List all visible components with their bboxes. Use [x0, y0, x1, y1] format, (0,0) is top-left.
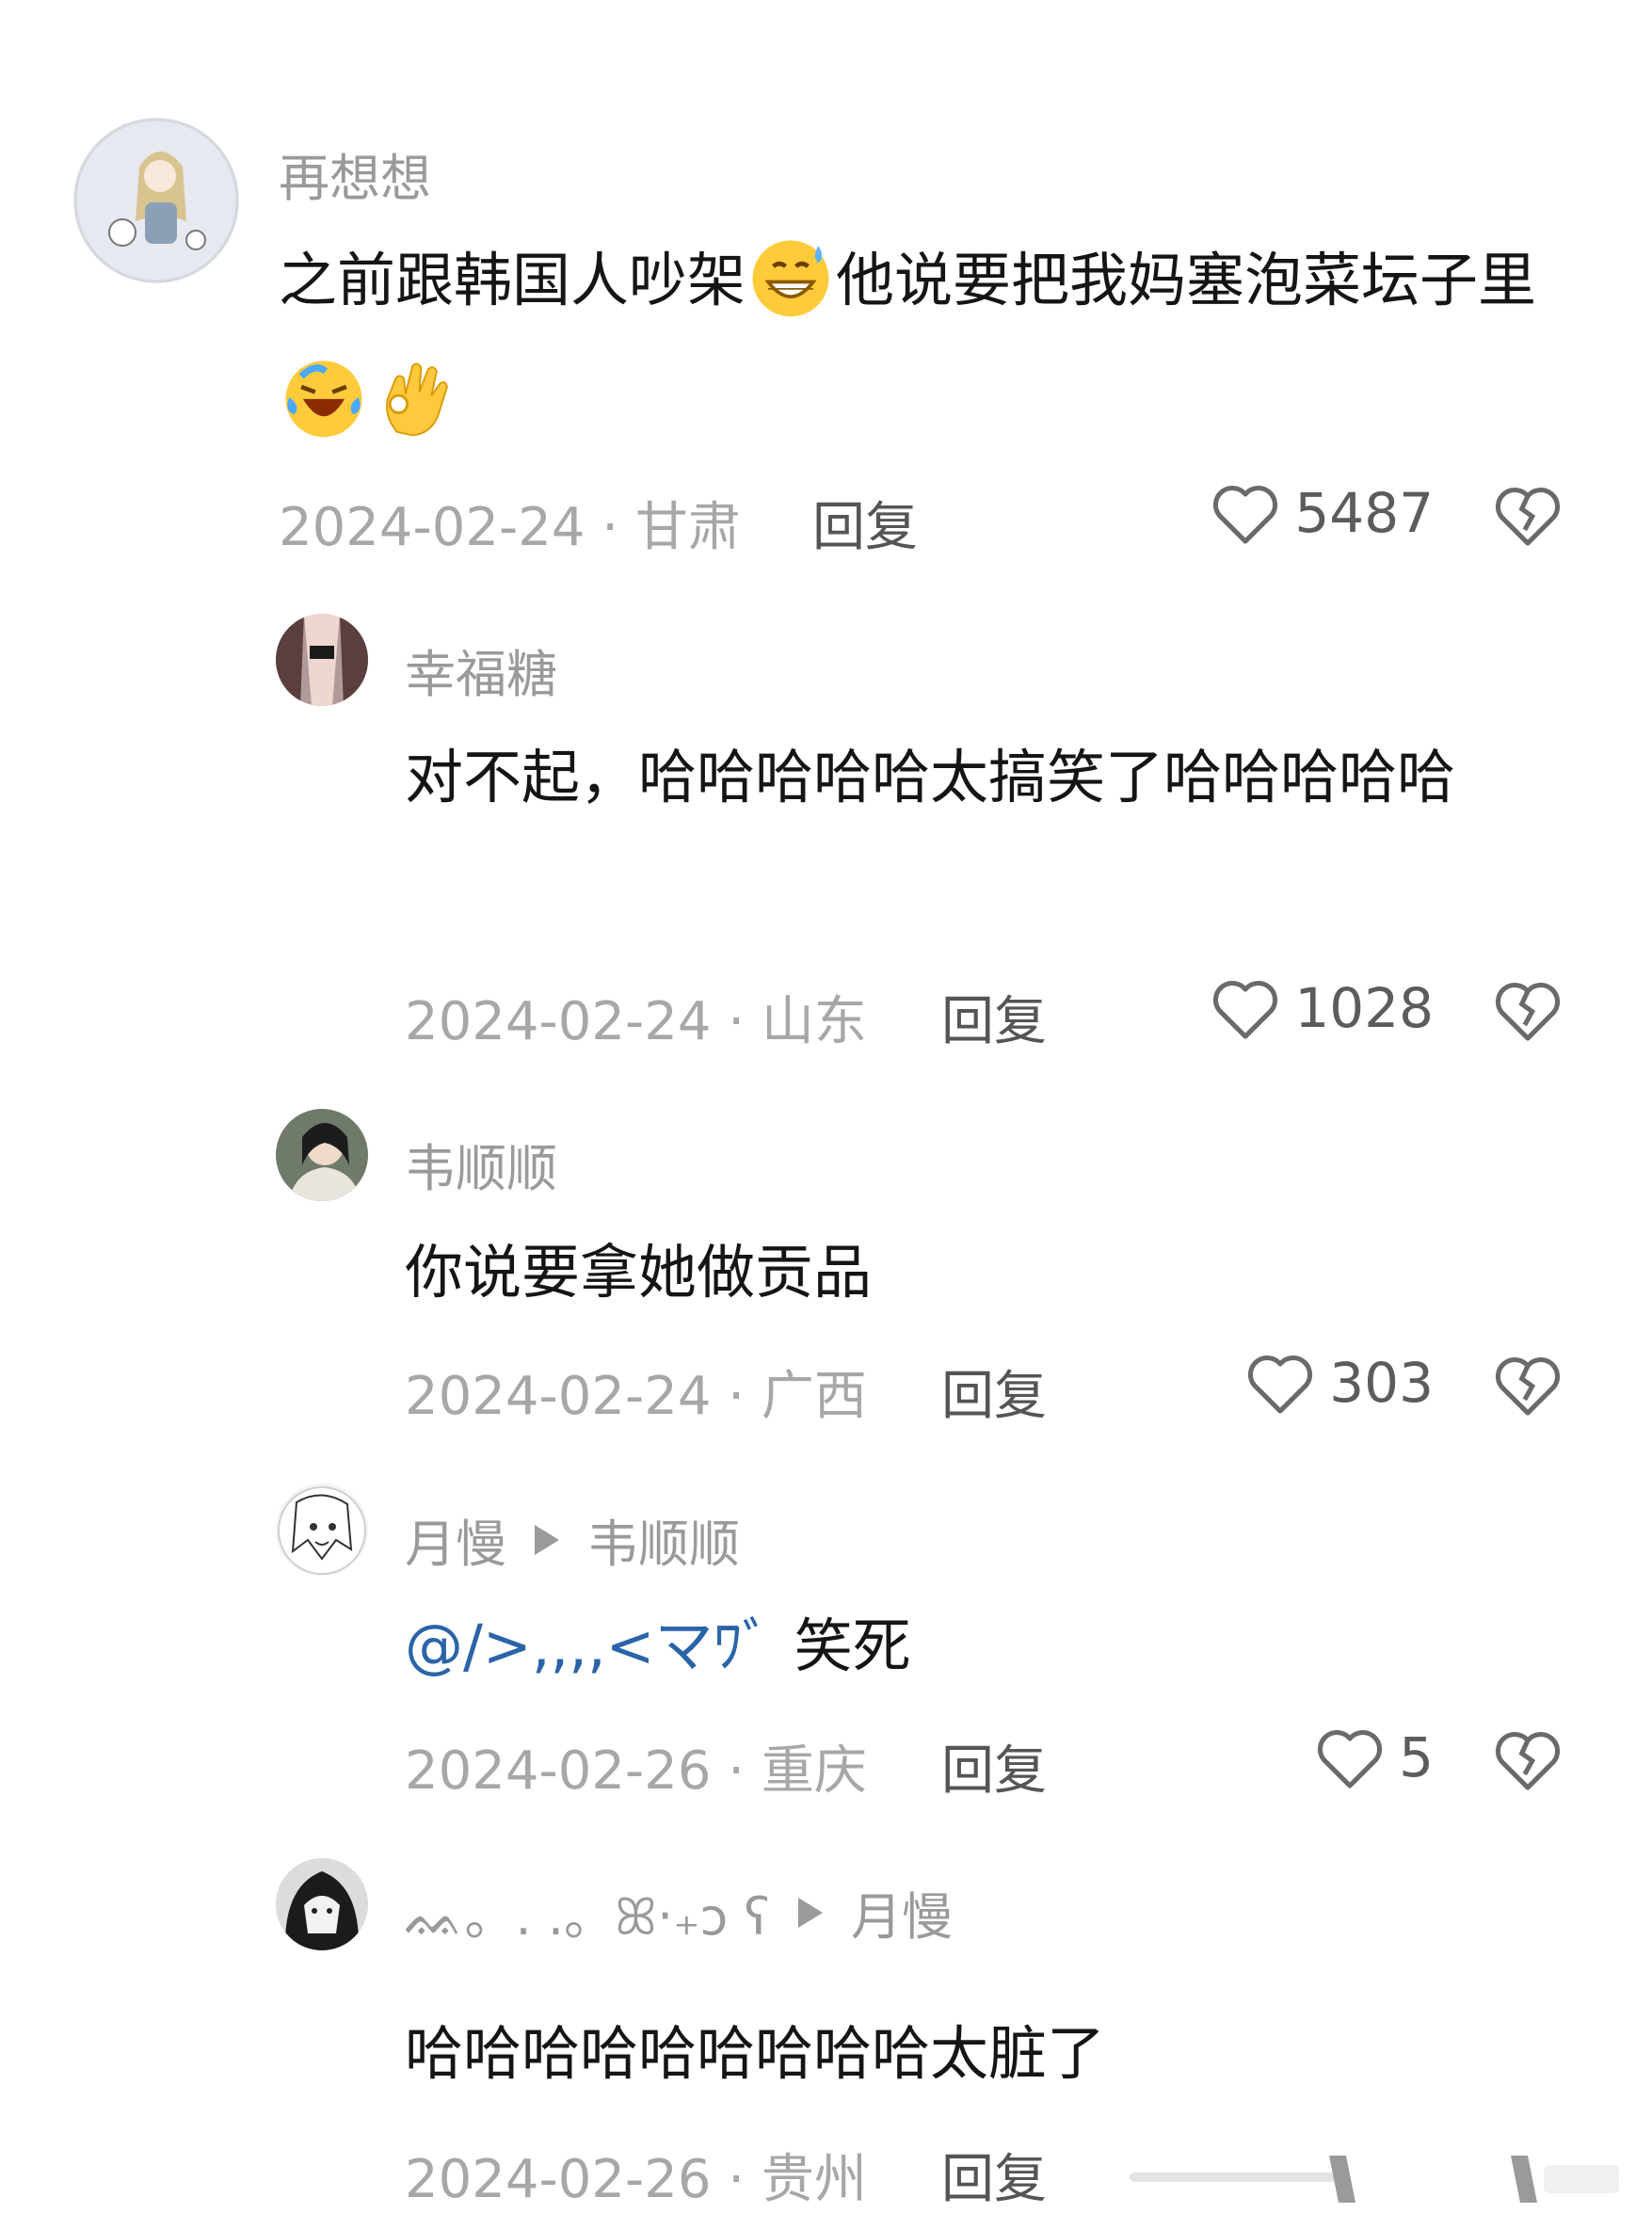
heart-outline-icon [1213, 486, 1278, 544]
comment-region: 广西 [761, 1366, 867, 1427]
avatar[interactable] [276, 614, 368, 706]
like-count: 5487 [1294, 481, 1434, 545]
triangle-right-icon [798, 1897, 824, 1928]
comment-date: 2024-02-26 [405, 1740, 712, 1802]
comment-region: 山东 [761, 991, 867, 1052]
meta-separator: · [728, 991, 746, 1052]
like-count: 1028 [1294, 976, 1434, 1040]
comment-date: 2024-02-24 [279, 497, 585, 558]
like-count: 303 [1329, 1351, 1434, 1415]
heart-outline-icon [1318, 1730, 1383, 1788]
reply-target[interactable]: 月慢 [851, 1875, 953, 1949]
like-count: 5 [1399, 1725, 1434, 1789]
comment-username[interactable]: ᨐ。. .。ꕤ‧₊ɔ ʕ 月慢 [405, 1875, 953, 1949]
comment-date: 2024-02-24 [405, 991, 712, 1052]
comment-region: 甘肃 [634, 497, 741, 558]
laughing-crying-emoji [285, 361, 362, 438]
reply-button[interactable]: 回复 [941, 2137, 1047, 2213]
comment-date: 2024-02-26 [405, 2149, 712, 2210]
reply-target[interactable]: 韦顺顺 [587, 1502, 740, 1577]
meta-separator: · [728, 1366, 746, 1427]
comment-meta: 2024-02-24 · 山东 [405, 979, 867, 1055]
meta-separator: · [601, 497, 619, 558]
avatar[interactable] [73, 118, 239, 283]
comment-meta: 2024-02-26 · 重庆 [405, 1728, 867, 1804]
comment-region: 贵州 [761, 2149, 867, 2210]
comment-username[interactable]: 韦顺顺 [405, 1127, 557, 1201]
triangle-right-icon [535, 1524, 559, 1555]
like-button[interactable]: 303 [1244, 1350, 1434, 1416]
broken-heart-icon[interactable] [1492, 1352, 1564, 1418]
broken-heart-icon[interactable] [1492, 482, 1564, 548]
watermark-overlay [1130, 2156, 1652, 2203]
grinning-sweat-emoji [752, 240, 829, 317]
comment-date: 2024-02-24 [405, 1366, 712, 1427]
comment-username[interactable]: 幸福糖 [405, 633, 557, 707]
like-button[interactable]: 5 [1314, 1724, 1434, 1790]
like-button[interactable]: 5487 [1210, 480, 1434, 546]
heart-outline-icon [1248, 1355, 1313, 1414]
comment-item: 再想想 之前跟韩国人吵架 他说要把我妈塞泡菜坛子里 2024-02-24 · 甘肃… [0, 0, 1652, 565]
avatar[interactable] [276, 1858, 368, 1950]
comment-meta: 2024-02-24 · 广西 [405, 1354, 867, 1430]
broken-heart-icon[interactable] [1492, 1726, 1564, 1792]
comment-meta: 2024-02-24 · 甘肃 [279, 485, 741, 561]
mention-link[interactable]: @/>,,,,<マﾜﾞ [405, 1612, 772, 1680]
reply-button[interactable]: 回复 [941, 979, 1047, 1055]
ok-hand-emoji [385, 362, 448, 437]
reply-button[interactable]: 回复 [941, 1354, 1047, 1430]
comment-username[interactable]: 月慢 韦顺顺 [405, 1502, 740, 1577]
heart-outline-icon [1213, 981, 1278, 1039]
meta-separator: · [728, 1740, 746, 1802]
comment-username[interactable]: 再想想 [279, 136, 431, 211]
comment-body: 对不起，哈哈哈哈哈太搞笑了哈哈哈哈哈 [405, 743, 1456, 811]
avatar[interactable] [276, 1109, 368, 1201]
meta-separator: · [728, 2149, 746, 2210]
comment-body: 哈哈哈哈哈哈哈哈哈太脏了 [405, 2019, 1106, 2088]
reply-button[interactable]: 回复 [812, 485, 918, 561]
comment-region: 重庆 [761, 1740, 867, 1802]
comment-body: @/>,,,,<マﾜﾞ 笑死 [405, 1612, 911, 1680]
comment-meta: 2024-02-26 · 贵州 [405, 2137, 867, 2213]
comment-body: 之前跟韩国人吵架 他说要把我妈塞泡菜坛子里 [279, 220, 1587, 461]
broken-heart-icon[interactable] [1492, 977, 1564, 1043]
reply-button[interactable]: 回复 [941, 1728, 1047, 1804]
avatar[interactable] [276, 1483, 368, 1576]
like-button[interactable]: 1028 [1210, 975, 1434, 1041]
comment-body: 你说要拿她做贡品 [405, 1238, 873, 1307]
